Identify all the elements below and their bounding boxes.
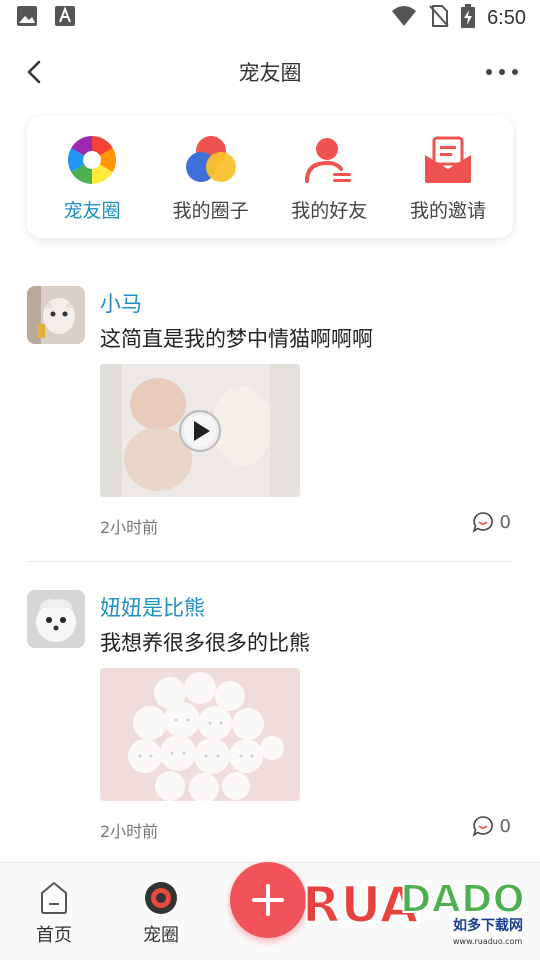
- nav-bar: 宠友圈: [0, 36, 540, 108]
- envelope-icon: [422, 134, 474, 186]
- watermark-logo: RUA DADO 如多下载网 www.ruaduo.com: [300, 866, 530, 952]
- comment-icon: [472, 816, 493, 837]
- back-button[interactable]: [18, 56, 50, 88]
- quick-nav-my-circles[interactable]: 我的圈子: [152, 116, 270, 238]
- post-card[interactable]: 妞妞是比熊 我想养很多很多的比熊 2小时前 0: [27, 590, 513, 846]
- comment-icon: [472, 512, 493, 533]
- quick-nav-pet-circle[interactable]: 宠友圈: [33, 116, 151, 238]
- quick-nav-label: 宠友圈: [63, 200, 121, 222]
- tab-pet-circle[interactable]: 宠圈: [126, 881, 196, 947]
- gallery-icon: [16, 5, 38, 31]
- aperture-icon: [66, 134, 118, 186]
- comment-button[interactable]: 0: [472, 815, 511, 837]
- wifi-icon: [391, 5, 417, 31]
- quick-nav-label: 我的邀请: [409, 200, 486, 222]
- user-icon: [303, 134, 355, 186]
- tab-home[interactable]: 首页: [19, 881, 89, 947]
- avatar[interactable]: [27, 286, 85, 344]
- text-a-icon: [54, 5, 76, 31]
- play-icon: [179, 410, 221, 452]
- camera-lens-icon: [145, 882, 177, 914]
- quick-nav-card: 宠友圈 我的圈子 我的好友 我的邀请: [27, 116, 513, 238]
- post-video-thumbnail[interactable]: [100, 364, 300, 497]
- post-time: 2小时前: [100, 518, 159, 537]
- svg-text:如多下载网: 如多下载网: [453, 917, 523, 934]
- quick-nav-label: 我的圈子: [172, 200, 249, 222]
- plus-icon: [252, 884, 284, 916]
- more-button[interactable]: [482, 56, 522, 88]
- quick-nav-label: 我的好友: [291, 200, 368, 222]
- post-text: 我想养很多很多的比熊: [100, 631, 310, 655]
- avatar[interactable]: [27, 590, 85, 648]
- circles-icon: [185, 134, 237, 186]
- tab-label: 宠圈: [143, 925, 179, 946]
- post-card[interactable]: 小马 这简直是我的梦中情猫啊啊啊 2小时前 0: [27, 286, 513, 542]
- post-username[interactable]: 小马: [100, 288, 142, 318]
- divider: [27, 561, 513, 562]
- post-time: 2小时前: [100, 822, 159, 841]
- chevron-left-icon: [27, 60, 41, 84]
- status-bar: 6:50: [0, 0, 540, 36]
- no-sim-icon: [429, 4, 449, 32]
- more-dots-icon: [486, 69, 518, 75]
- post-image[interactable]: [100, 668, 300, 801]
- status-time: 6:50: [487, 6, 526, 29]
- comment-count: 0: [499, 815, 511, 837]
- post-text: 这简直是我的梦中情猫啊啊啊: [100, 327, 373, 351]
- home-icon: [41, 882, 67, 914]
- post-username[interactable]: 妞妞是比熊: [100, 592, 205, 622]
- add-post-button[interactable]: [230, 862, 306, 938]
- svg-text:www.ruaduo.com: www.ruaduo.com: [453, 937, 522, 946]
- quick-nav-my-friends[interactable]: 我的好友: [270, 116, 388, 238]
- quick-nav-my-invites[interactable]: 我的邀请: [389, 116, 507, 238]
- page-title: 宠友圈: [238, 61, 302, 85]
- comment-count: 0: [499, 511, 511, 533]
- battery-charging-icon: [461, 4, 476, 32]
- comment-button[interactable]: 0: [472, 511, 511, 533]
- tab-label: 首页: [36, 925, 72, 946]
